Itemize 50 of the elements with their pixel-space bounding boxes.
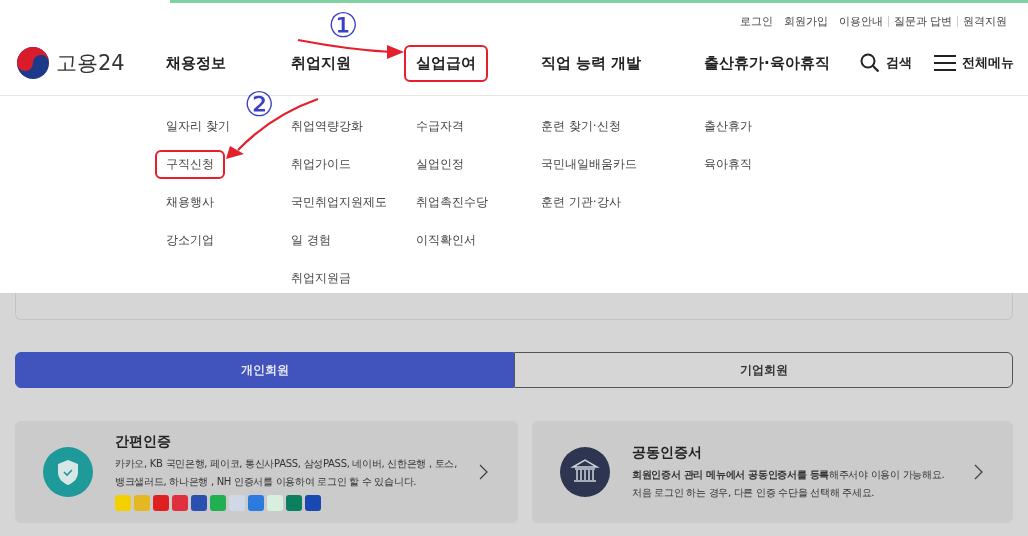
- step-number: ①: [328, 8, 359, 42]
- utility-link[interactable]: 회원가입: [777, 15, 833, 27]
- utility-link[interactable]: 질문과 답변: [887, 15, 957, 27]
- submenu-item[interactable]: 국민취업지원제도: [280, 188, 398, 217]
- bank-building-icon: [560, 447, 610, 497]
- submenu-item[interactable]: 취업지원금: [280, 264, 362, 293]
- login-card[interactable]: 공동인증서 회원인증서 관리 메뉴에서 공동인증서를 등록해주서야 이용이 가능해요. 처음 로그인 하는 경우, 다른 인증 수단을 선택해 주세요.: [532, 421, 1013, 523]
- member-tab[interactable]: 개인회원: [15, 352, 514, 388]
- utility-link[interactable]: 로그인: [733, 15, 778, 27]
- submenu-item[interactable]: 강소기업: [155, 226, 225, 255]
- logo-icon: [16, 46, 50, 80]
- submenu-item[interactable]: 구직신청: [155, 150, 225, 179]
- logo-text[interactable]: 고용24: [56, 49, 125, 77]
- card-description: 처음 로그인 하는 경우, 다른 인증 수단을 선택해 주세요.: [632, 486, 876, 500]
- nav-item[interactable]: 취업지원: [279, 44, 363, 82]
- member-tab[interactable]: 기업회원: [514, 352, 1013, 388]
- submenu-item[interactable]: 채용행사: [155, 188, 225, 217]
- submenu-item[interactable]: 일 경험: [280, 226, 342, 255]
- step-number: ②: [244, 87, 275, 121]
- all-menu-button[interactable]: 전체메뉴: [934, 54, 1014, 72]
- submenu-item[interactable]: 일자리 찾기: [155, 112, 241, 141]
- nav-item[interactable]: 직업 능력 개발: [529, 44, 654, 82]
- utility-link[interactable]: 원격지원: [957, 15, 1012, 27]
- submenu-item[interactable]: 취업촉진수당: [405, 188, 499, 217]
- nav-item[interactable]: 채용정보: [154, 44, 238, 82]
- submenu-item[interactable]: 육아휴직: [693, 150, 763, 179]
- nav-item[interactable]: 출산휴가·육아휴직: [692, 44, 842, 82]
- card-title: 간편인증: [115, 433, 172, 451]
- login-card[interactable]: 간편인증 카카오, KB 국민은행, 페이코, 통신사PASS, 삼성PASS, 네이버, 신한은행 , 토스, 뱅크샐러드, 하나은행 , NH 인증서를 이용하여 로그인 할 수 있습니다.: [15, 421, 518, 523]
- card-title: 공동인증서: [632, 444, 703, 462]
- card-description: 회원인증서 관리 메뉴에서 공동인증서를 등록해주서야 이용이 가능해요.: [632, 468, 946, 482]
- submenu-item[interactable]: 이직확인서: [405, 226, 487, 255]
- submenu-item[interactable]: 훈련 찾기·신청: [530, 112, 632, 141]
- utility-link[interactable]: 이용안내: [832, 15, 888, 27]
- search-button[interactable]: 검색: [860, 53, 912, 73]
- submenu-item[interactable]: 취업역량강화: [280, 112, 374, 141]
- submenu-item[interactable]: 수급자격: [405, 112, 475, 141]
- search-icon: [860, 53, 880, 73]
- submenu-item[interactable]: 훈련 기관·강사: [530, 188, 632, 217]
- submenu-item[interactable]: 취업가이드: [280, 150, 362, 179]
- shield-check-icon: [43, 447, 93, 497]
- submenu-item[interactable]: 출산휴가: [693, 112, 763, 141]
- chevron-right-icon: [479, 464, 488, 480]
- submenu-item[interactable]: 실업인정: [405, 150, 475, 179]
- menu-icon: [934, 54, 956, 72]
- card-description: 뱅크샐러드, 하나은행 , NH 인증서를 이용하여 로그인 할 수 있습니다.: [115, 475, 418, 489]
- submenu-item[interactable]: 국민내일배움카드: [530, 150, 648, 179]
- chevron-right-icon: [974, 464, 983, 480]
- nav-item[interactable]: 실업급여: [404, 44, 488, 82]
- card-description: 카카오, KB 국민은행, 페이코, 통신사PASS, 삼성PASS, 네이버, 신한은행 , 토스,: [115, 457, 457, 471]
